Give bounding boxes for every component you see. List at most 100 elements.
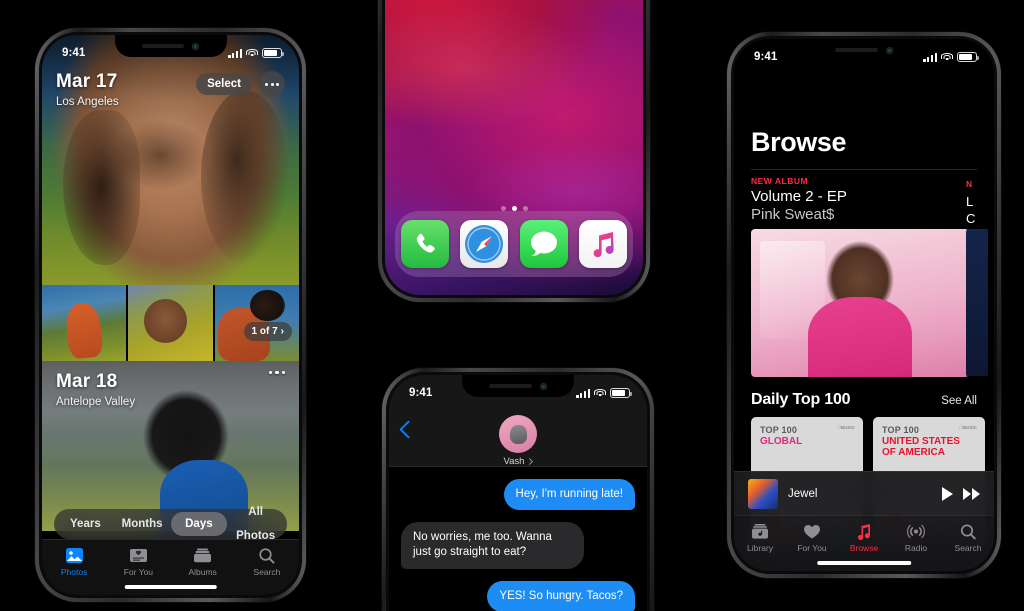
photo-thumbnail[interactable] <box>128 285 213 361</box>
featured-kicker: NEW ALBUM <box>751 176 809 186</box>
status-time: 9:41 <box>409 387 433 399</box>
fast-forward-icon[interactable] <box>963 487 980 500</box>
apple-music-badge: MUSIC <box>959 425 977 430</box>
photo-thumbnail[interactable]: 1 of 7 › <box>214 285 299 361</box>
earpiece-speaker <box>835 48 878 52</box>
iphone-apple-music-app: Browse NEW ALBUM Volume 2 - EP Pink Swea… <box>727 32 1001 578</box>
status-icons <box>228 48 284 58</box>
cellular-bars-icon <box>228 48 242 58</box>
home-indicator[interactable] <box>124 585 217 589</box>
albums-icon <box>194 548 212 563</box>
day-location: Antelope Valley <box>56 396 136 408</box>
phone-screen: 9:41 Mar 17 Los Angeles Select 1 of 7 › … <box>42 35 299 595</box>
message-bubble-outgoing[interactable]: YES! So hungry. Tacos? <box>487 580 635 611</box>
featured-album-title[interactable]: Volume 2 - EP <box>751 188 847 205</box>
phone-frame: Books <box>378 0 650 302</box>
tab-browse[interactable]: Browse <box>838 523 890 553</box>
tab-albums[interactable]: Albums <box>171 547 235 577</box>
search-icon <box>259 548 275 564</box>
play-icon[interactable] <box>942 486 953 501</box>
tab-photos[interactable]: Photos <box>42 547 106 577</box>
message-bubble-outgoing[interactable]: Hey, I'm running late! <box>503 479 635 511</box>
iphone-home-screen: Books <box>378 0 650 302</box>
day-date: Mar 18 <box>56 371 118 392</box>
phone-frame: Browse NEW ALBUM Volume 2 - EP Pink Swea… <box>727 32 1001 578</box>
featured-artist[interactable]: Pink Sweat$ <box>751 206 834 223</box>
day-actions: Select <box>196 71 285 97</box>
chevron-right-icon <box>526 457 534 466</box>
status-time: 9:41 <box>754 51 778 63</box>
photo-thumbnail[interactable] <box>42 285 127 361</box>
apple-music-browse: Browse NEW ALBUM Volume 2 - EP Pink Swea… <box>734 39 994 571</box>
tab-library[interactable]: Library <box>734 523 786 553</box>
library-icon <box>752 524 768 539</box>
next-card-peek[interactable]: N L C <box>966 176 988 376</box>
now-playing-title: Jewel <box>788 487 818 500</box>
front-camera-icon <box>192 42 200 50</box>
phone-frame: 9:41 Mar 17 Los Angeles Select 1 of 7 › … <box>35 28 306 602</box>
contact-name-row: Vash <box>504 456 534 467</box>
tab-label: Search <box>253 567 281 577</box>
music-icon[interactable] <box>579 220 628 268</box>
section-heading: Daily Top 100 <box>751 391 851 408</box>
tab-label: Albums <box>188 567 217 577</box>
wifi-icon <box>246 48 258 58</box>
screenshot-stage: 9:41 Mar 17 Los Angeles Select 1 of 7 › … <box>0 0 1024 611</box>
contact-header[interactable]: Vash <box>389 415 647 467</box>
day-date: Mar 17 <box>56 71 118 92</box>
messages-app: Vash Hey, I'm running late! No worries, … <box>389 375 647 611</box>
wifi-icon <box>594 388 606 398</box>
segment-days[interactable]: Days <box>170 512 228 536</box>
see-all-link[interactable]: See All <box>941 395 977 407</box>
safari-icon[interactable] <box>460 220 509 268</box>
home-indicator[interactable] <box>817 561 911 565</box>
photo-count-badge[interactable]: 1 of 7 › <box>243 322 292 341</box>
timeline-segmented-control[interactable]: Years Months Days All Photos <box>54 506 287 542</box>
phone-bezel: Vash Hey, I'm running late! No worries, … <box>386 372 650 611</box>
tab-label: For You <box>797 543 827 553</box>
ellipsis-icon[interactable] <box>259 71 285 97</box>
ellipsis-icon[interactable] <box>268 371 285 375</box>
radio-icon <box>907 524 925 539</box>
day-header: Mar 17 Los Angeles Select <box>42 71 299 108</box>
heart-icon <box>804 525 820 539</box>
tab-radio[interactable]: Radio <box>890 523 942 553</box>
tab-search[interactable]: Search <box>235 547 299 577</box>
card-region-label: GLOBAL <box>760 436 803 447</box>
ios-home-screen: Books <box>385 0 643 295</box>
tab-label: Search <box>954 543 982 553</box>
phone-bezel: 9:41 Mar 17 Los Angeles Select 1 of 7 › … <box>39 32 302 598</box>
messages-icon[interactable] <box>519 220 568 268</box>
day-location: Los Angeles <box>56 96 119 108</box>
segment-years[interactable]: Years <box>57 512 114 536</box>
segment-months[interactable]: Months <box>114 512 171 536</box>
tab-for-you[interactable]: For You <box>106 547 170 577</box>
now-playing-artwork <box>748 478 778 509</box>
message-thread: Hey, I'm running late! No worries, me to… <box>389 471 647 611</box>
select-button[interactable]: Select <box>196 73 252 95</box>
notch <box>808 39 920 61</box>
phone-bezel: Browse NEW ALBUM Volume 2 - EP Pink Swea… <box>731 36 997 574</box>
tab-for-you[interactable]: For You <box>786 523 838 553</box>
contact-avatar[interactable] <box>499 415 537 453</box>
photo-count-label: 1 of 7 <box>251 326 278 337</box>
earpiece-speaker <box>141 44 185 48</box>
front-camera-icon <box>885 46 893 54</box>
tab-search[interactable]: Search <box>942 523 994 553</box>
tab-label: Browse <box>849 543 879 553</box>
earpiece-speaker <box>489 384 532 388</box>
phone-icon[interactable] <box>400 220 449 268</box>
battery-icon <box>262 48 284 58</box>
message-bubble-incoming[interactable]: No worries, me too. Wanna just go straig… <box>401 522 584 569</box>
now-playing-bar[interactable]: Jewel <box>734 471 994 515</box>
section-header: Daily Top 100 See All <box>751 391 977 409</box>
battery-icon <box>610 388 632 398</box>
featured-album-art[interactable] <box>751 229 969 377</box>
peek-line-1: L <box>966 194 974 209</box>
day-title-group: Mar 17 Los Angeles <box>56 71 119 108</box>
phone-screen: Books <box>385 0 643 295</box>
day-header-2: Mar 18 Antelope Valley <box>42 371 299 408</box>
iphone-photos-app: 9:41 Mar 17 Los Angeles Select 1 of 7 › … <box>35 28 306 602</box>
peek-album-art <box>966 229 988 376</box>
photo-day-card-mar17[interactable]: Mar 17 Los Angeles Select <box>42 35 299 285</box>
